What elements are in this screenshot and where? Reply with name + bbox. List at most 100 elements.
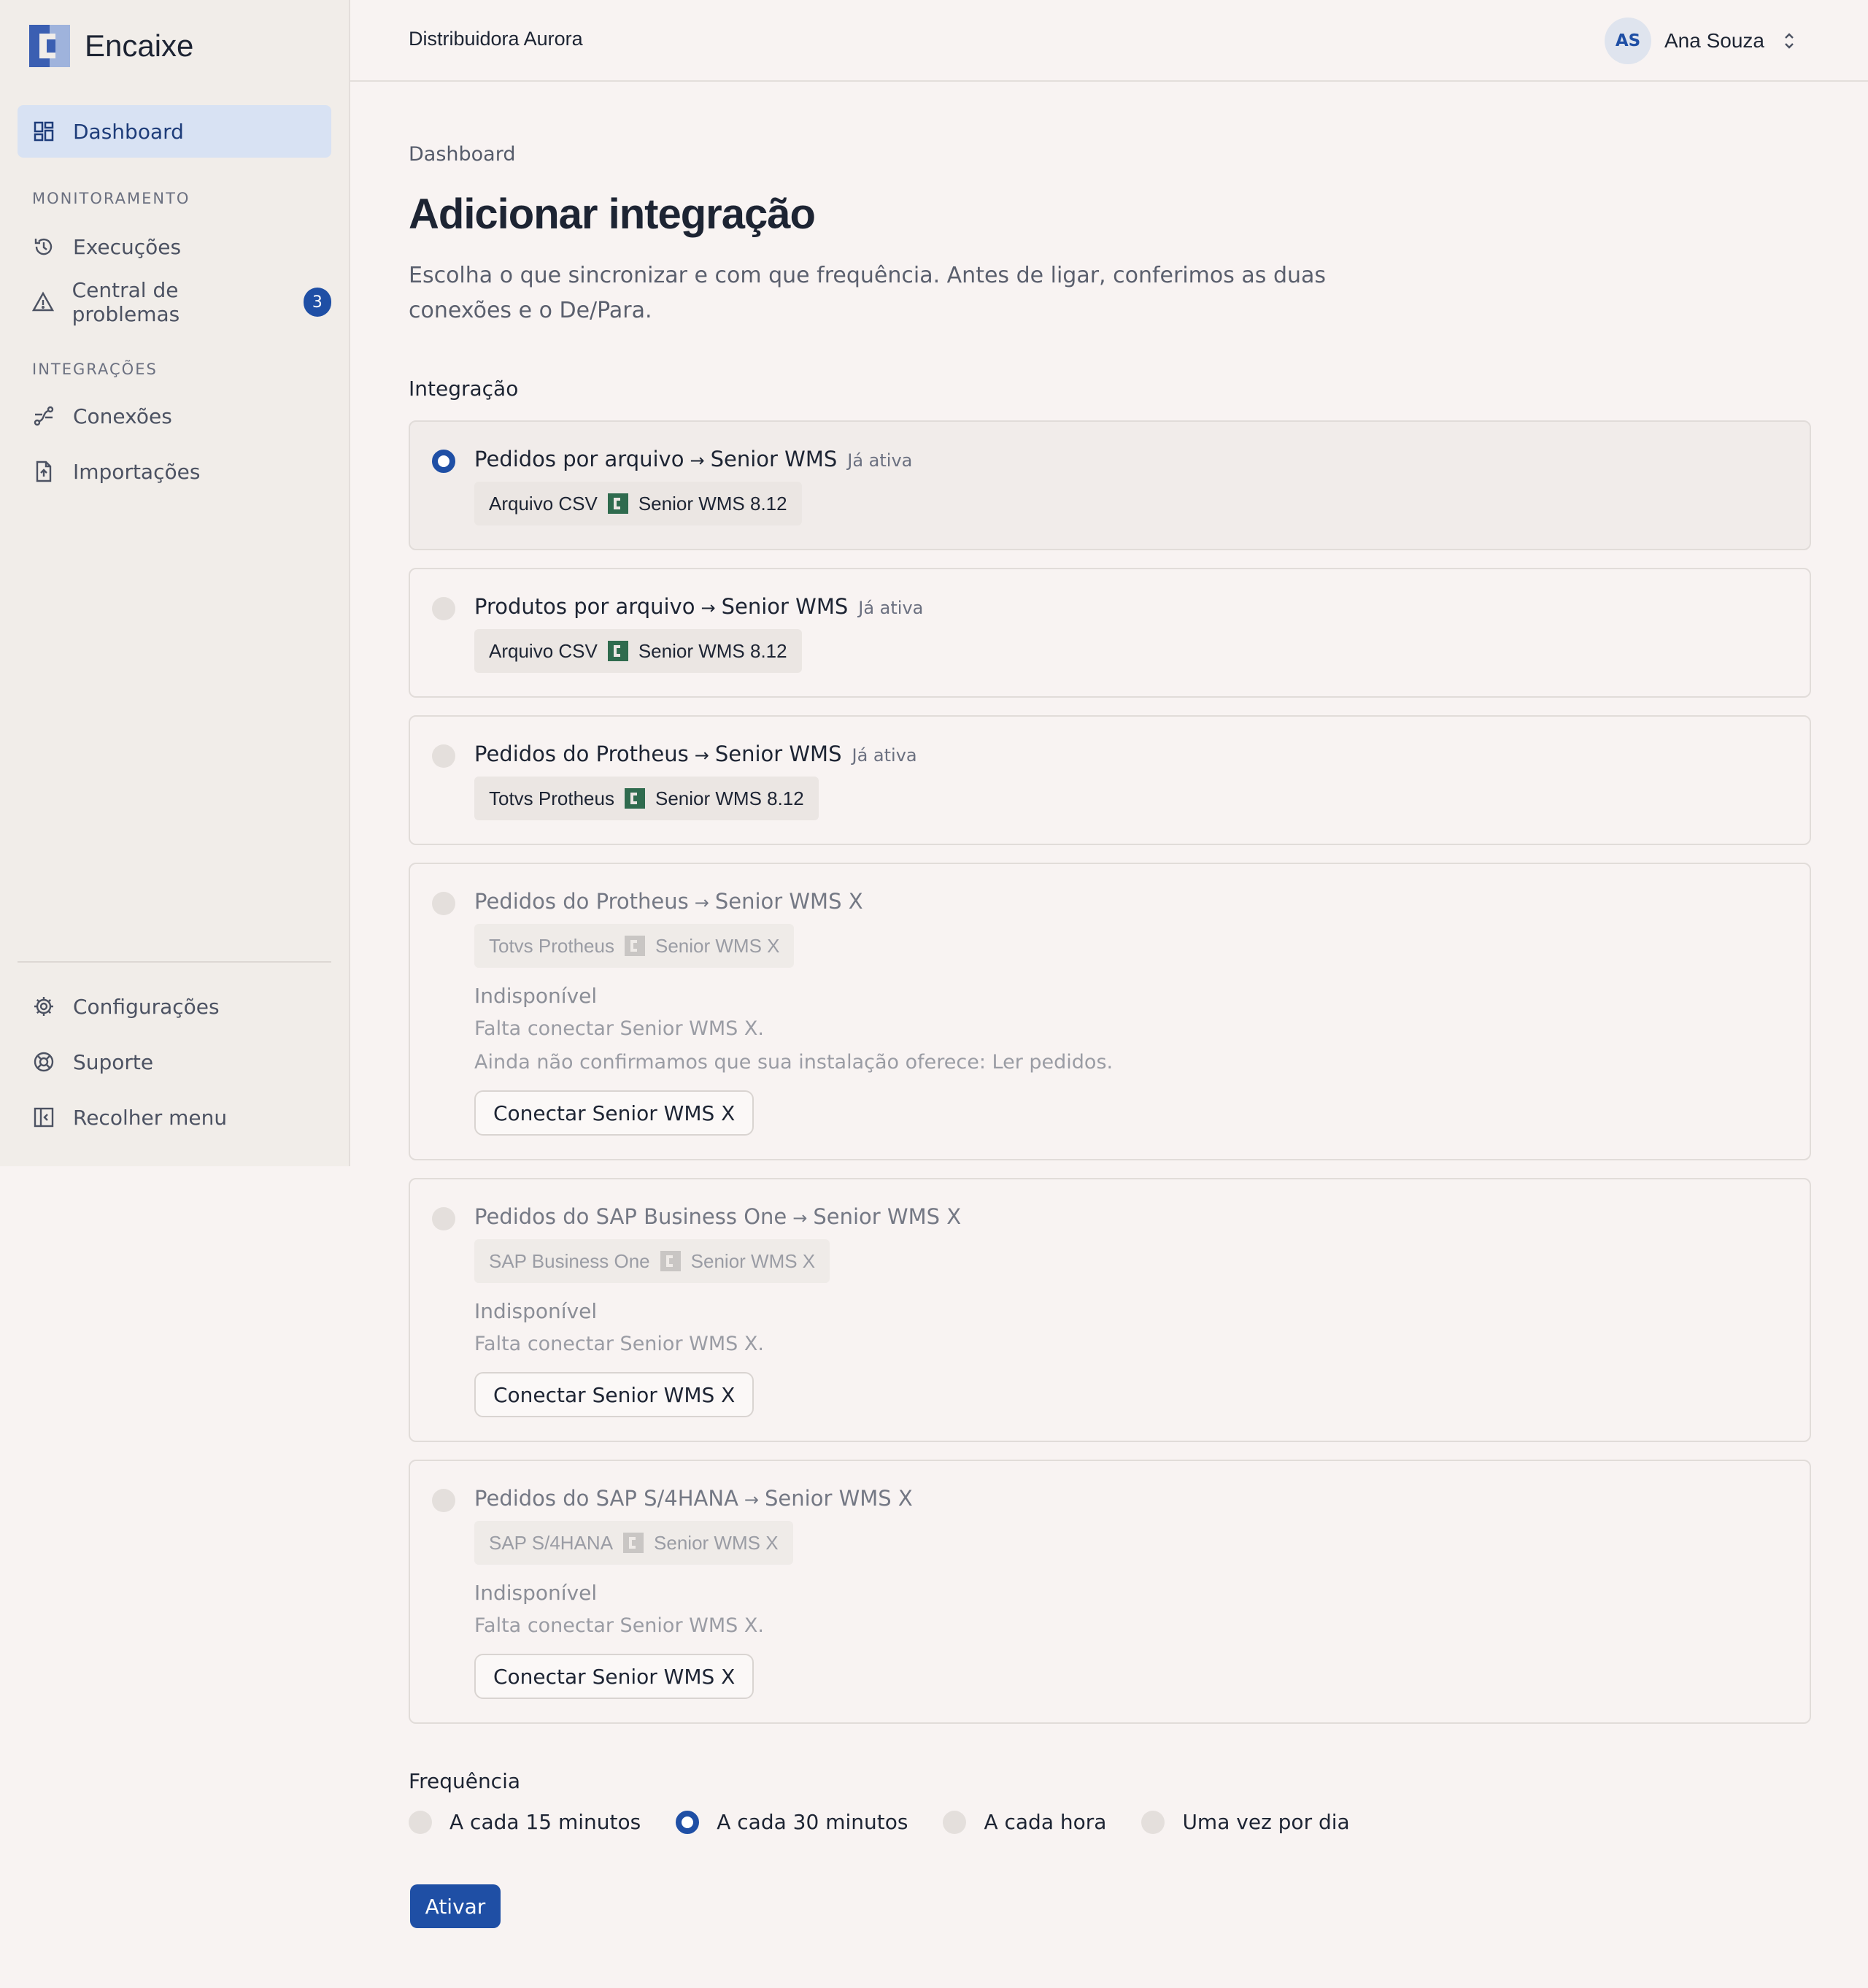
radio-unselected[interactable]	[943, 1810, 967, 1834]
radio-disabled	[432, 1207, 455, 1230]
unavailable-reason: Falta conectar Senior WMS X.	[474, 1333, 764, 1355]
chevron-up-down-icon	[1785, 33, 1794, 49]
radio-unselected[interactable]	[432, 744, 455, 768]
status-unavailable: Indisponível	[474, 984, 598, 1008]
breadcrumb[interactable]: Dashboard	[409, 143, 515, 166]
integration-option-sap-s4hana-senior-wms-x: Pedidos do SAP S/4HANA → Senior WMS X SAP …	[409, 1460, 1811, 1724]
integration-label: Integração	[409, 377, 519, 401]
sidebar-item-dashboard[interactable]: Dashboard	[18, 105, 331, 158]
radio-disabled	[432, 892, 455, 915]
chip-target: Senior WMS X	[690, 1249, 816, 1272]
encaixe-logo-icon	[29, 25, 70, 67]
brand[interactable]: Encaixe	[29, 25, 193, 67]
integration-option-orders-file-senior-wms[interactable]: Pedidos por arquivo → Senior WMS Já ativa A…	[409, 420, 1811, 550]
connector-icon	[624, 788, 645, 809]
frequency-label: Frequência	[409, 1769, 521, 1793]
integration-target: Senior WMS	[710, 447, 838, 471]
radio-selected[interactable]	[676, 1810, 700, 1834]
integration-source: Pedidos por arquivo	[474, 447, 684, 471]
sidebar-item-settings[interactable]: Configurações	[18, 980, 331, 1033]
frequency-option-label: A cada hora	[984, 1810, 1107, 1834]
status-unavailable: Indisponível	[474, 1581, 598, 1605]
chip-target: Senior WMS X	[655, 934, 780, 957]
integration-source: Pedidos do SAP S/4HANA	[474, 1486, 738, 1511]
integration-source: Produtos por arquivo	[474, 594, 695, 619]
sidebar-item-label: Configurações	[73, 994, 220, 1019]
frequency-options: A cada 15 minutos A cada 30 minutos A ca…	[409, 1810, 1385, 1834]
frequency-option-hourly[interactable]: A cada hora	[943, 1810, 1106, 1834]
integration-option-sap-b1-senior-wms-x: Pedidos do SAP Business One → Senior WMS X…	[409, 1178, 1811, 1442]
connect-senior-wms-x-button[interactable]: Conectar Senior WMS X	[474, 1090, 754, 1136]
user-menu[interactable]: AS Ana Souza	[1605, 18, 1798, 64]
integration-target: Senior WMS	[714, 741, 842, 766]
radio-unselected[interactable]	[432, 597, 455, 620]
connection-chip: Totvs Protheus Senior WMS X	[474, 924, 795, 968]
chip-source: Totvs Protheus	[489, 934, 614, 957]
integration-target: Senior WMS	[721, 594, 849, 619]
frequency-option-15min[interactable]: A cada 15 minutos	[409, 1810, 641, 1834]
sidebar-item-label: Recolher menu	[73, 1105, 228, 1130]
sidebar-item-problems[interactable]: Central de problemas 3	[18, 276, 331, 328]
page-title: Adicionar integração	[409, 190, 816, 238]
arrow-icon: →	[694, 893, 709, 913]
integration-option-protheus-senior-wms[interactable]: Pedidos do Protheus → Senior WMS Já ativa T…	[409, 715, 1811, 845]
sidebar-item-imports[interactable]: Importações	[18, 445, 331, 498]
sidebar-item-label: Importações	[73, 459, 201, 484]
page-description: Escolha o que sincronizar e com que freq…	[409, 263, 1327, 323]
chip-target: Senior WMS 8.12	[638, 492, 787, 515]
sidebar-item-label: Suporte	[73, 1049, 154, 1074]
active-tag: Já ativa	[858, 598, 924, 618]
unavailable-reason: Falta conectar Senior WMS X.	[474, 1614, 764, 1637]
radio-unselected[interactable]	[1141, 1810, 1165, 1834]
radio-unselected[interactable]	[409, 1810, 432, 1834]
connection-chip: Totvs Protheus Senior WMS 8.12	[474, 777, 819, 820]
integration-title: Pedidos do SAP S/4HANA → Senior WMS X	[474, 1486, 913, 1511]
active-tag: Já ativa	[852, 745, 917, 766]
lifebuoy-icon	[32, 1050, 55, 1074]
chip-source: SAP S/4HANA	[489, 1531, 614, 1554]
status-unavailable: Indisponível	[474, 1299, 598, 1323]
sidebar-item-label: Dashboard	[73, 119, 184, 144]
history-icon	[32, 235, 55, 258]
integration-option-products-file-senior-wms[interactable]: Produtos por arquivo → Senior WMS Já ativa …	[409, 568, 1811, 698]
frequency-option-label: A cada 30 minutos	[717, 1810, 908, 1834]
section-label-monitoring: MONITORAMENTO	[32, 190, 190, 207]
arrow-icon: →	[792, 1208, 808, 1228]
connector-icon	[624, 936, 645, 956]
arrow-icon: →	[694, 745, 709, 766]
frequency-option-30min[interactable]: A cada 30 minutos	[676, 1810, 908, 1834]
sidebar-item-label: Central de problemas	[72, 278, 180, 326]
integration-source: Pedidos do Protheus	[474, 741, 689, 766]
unavailable-reason: Ainda não confirmamos que sua instalação…	[474, 1051, 1114, 1074]
chip-target: Senior WMS X	[654, 1531, 779, 1554]
file-upload-icon	[32, 460, 55, 483]
sidebar-item-label: Conexões	[73, 404, 172, 428]
integration-title: Pedidos do SAP Business One → Senior WMS X	[474, 1204, 961, 1229]
connect-senior-wms-x-button[interactable]: Conectar Senior WMS X	[474, 1372, 754, 1417]
activate-button[interactable]: Ativar	[410, 1884, 501, 1928]
sidebar-item-connections[interactable]: Conexões	[18, 390, 331, 442]
integration-title: Produtos por arquivo → Senior WMS Já ativa	[474, 594, 923, 619]
sidebar-item-support[interactable]: Suporte	[18, 1036, 331, 1088]
sidebar: Encaixe Dashboard MONITORAMENTO Execuçõe…	[0, 0, 350, 1166]
connections-icon	[32, 404, 55, 428]
chip-source: Arquivo CSV	[489, 639, 598, 662]
section-label-integrations: INTEGRAÇÕES	[32, 361, 158, 378]
frequency-option-label: Uma vez por dia	[1182, 1810, 1350, 1834]
integration-target: Senior WMS X	[765, 1486, 913, 1511]
avatar: AS	[1605, 18, 1651, 64]
connection-chip: Arquivo CSV Senior WMS 8.12	[474, 629, 802, 673]
integration-source: Pedidos do SAP Business One	[474, 1204, 787, 1229]
problems-count-badge: 3	[303, 288, 331, 317]
radio-selected[interactable]	[432, 450, 455, 473]
frequency-option-label: A cada 15 minutos	[449, 1810, 641, 1834]
connect-senior-wms-x-button[interactable]: Conectar Senior WMS X	[474, 1654, 754, 1699]
connection-chip: Arquivo CSV Senior WMS 8.12	[474, 482, 802, 525]
unavailable-reason: Falta conectar Senior WMS X.	[474, 1017, 764, 1040]
arrow-icon: →	[690, 450, 705, 471]
sidebar-item-executions[interactable]: Execuções	[18, 220, 331, 273]
frequency-option-daily[interactable]: Uma vez por dia	[1141, 1810, 1350, 1834]
chip-source: SAP Business One	[489, 1249, 650, 1272]
sidebar-item-collapse[interactable]: Recolher menu	[18, 1091, 331, 1144]
connector-icon	[607, 493, 628, 514]
